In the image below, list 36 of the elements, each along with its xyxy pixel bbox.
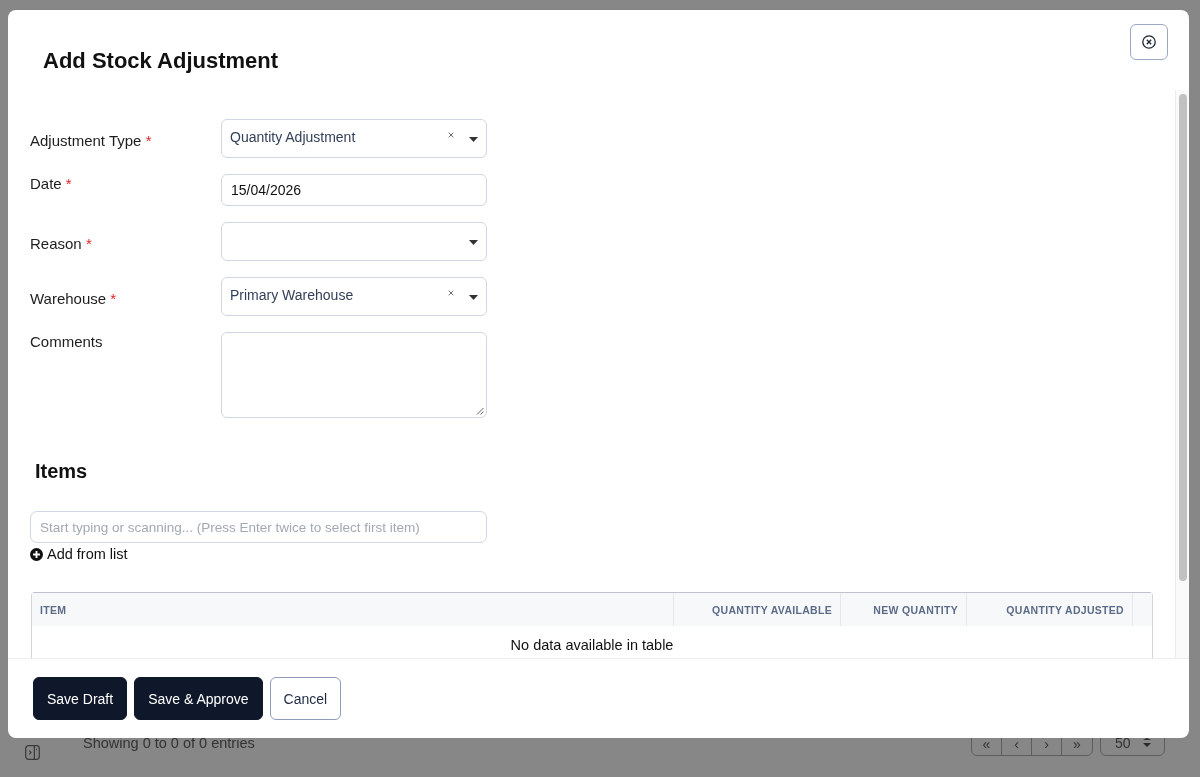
field-label: Warehouse * (30, 290, 117, 307)
column-header[interactable]: NEW QUANTITY (840, 593, 966, 626)
caret-icon (469, 294, 478, 300)
resize-handle-icon[interactable] (476, 407, 484, 415)
select-field[interactable] (221, 222, 487, 261)
add-from-list-button[interactable]: Add from list (30, 544, 128, 564)
section-heading: Items (35, 459, 88, 484)
close-button[interactable] (1130, 24, 1168, 60)
cancel-button[interactable]: Cancel (269, 677, 342, 720)
entries-info: Showing 0 to 0 of 0 entries (83, 734, 255, 752)
plus-circle-icon (30, 547, 43, 561)
search-field[interactable]: Start typing or scanning... (Press Enter twice to select first item) (30, 511, 487, 543)
save-draft-button[interactable]: Save Draft (33, 677, 128, 720)
save-approve-button[interactable]: Save & Approve (134, 677, 263, 720)
column-header[interactable]: ITEM (32, 593, 673, 626)
field-label: Reason * (30, 235, 92, 252)
scrollbar[interactable] (1175, 90, 1189, 658)
last-page-button[interactable]: » (1062, 727, 1092, 755)
caret-icon (469, 239, 478, 245)
column-header[interactable]: QUANTITY ADJUSTED (966, 593, 1132, 626)
caret-icon (469, 136, 478, 142)
field-label: Adjustment Type * (30, 132, 152, 149)
field-label: Comments (30, 333, 103, 350)
empty-table-message: No data available in table (510, 636, 674, 655)
select-field[interactable]: Primary Warehouse (221, 277, 487, 316)
textarea-field[interactable] (221, 332, 487, 418)
dialog-title: Add Stock Adjustment (43, 47, 279, 75)
sidebar-toggle-icon[interactable] (25, 745, 40, 760)
clear-icon[interactable] (448, 290, 454, 296)
field-label: Date * (30, 175, 72, 192)
select-field[interactable]: Quantity Adjustment (221, 119, 487, 158)
clear-icon[interactable] (448, 132, 454, 138)
column-header[interactable]: QUANTITY AVAILABLE (673, 593, 840, 626)
close-icon (1142, 35, 1156, 49)
scrollbar-thumb[interactable] (1179, 94, 1187, 581)
date-field[interactable]: 15/04/2026 (221, 174, 487, 206)
